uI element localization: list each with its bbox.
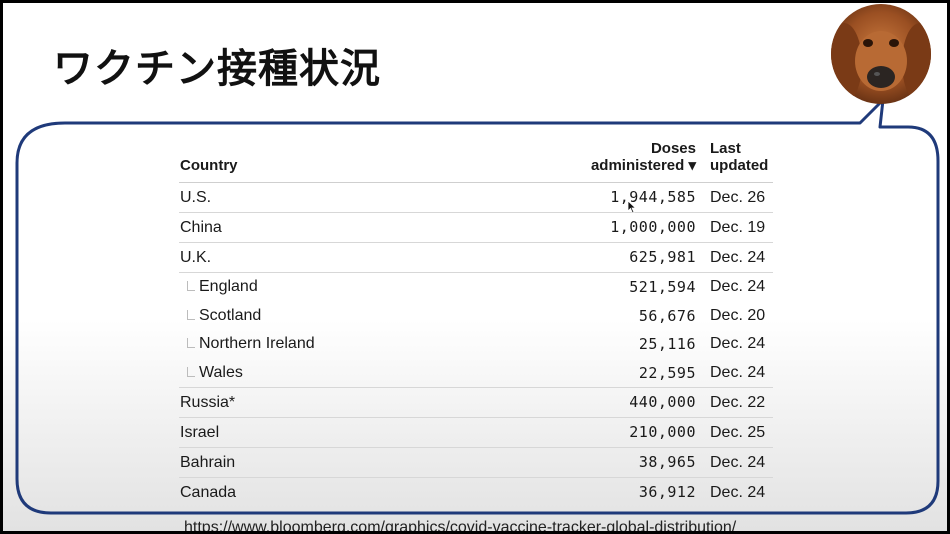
cell-last-updated: Dec. 25 — [710, 424, 766, 441]
cell-country: U.K. — [180, 249, 212, 266]
table-header: Country Doses administered ▾ Last update… — [179, 138, 773, 183]
cell-doses: 521,594 — [629, 278, 696, 296]
cell-doses: 625,981 — [629, 248, 696, 266]
cell-doses: 25,116 — [638, 335, 696, 353]
dog-avatar-icon — [831, 4, 931, 104]
table-row: U.K. 625,981 Dec. 24 — [179, 243, 773, 273]
cell-country: Canada — [180, 484, 237, 501]
subregion-marker-icon — [187, 281, 195, 291]
cell-country: U.S. — [180, 189, 212, 206]
table-subrow: Northern Ireland 25,116 Dec. 24 — [179, 330, 773, 359]
subregion-marker-icon — [187, 366, 195, 377]
cell-last-updated: Dec. 24 — [710, 363, 766, 381]
cell-last-updated: Dec. 26 — [710, 189, 766, 206]
column-header-updated-line1: Last — [710, 140, 741, 157]
cell-country: China — [180, 219, 222, 236]
table-row: Russia* 440,000 Dec. 22 — [179, 388, 773, 418]
subregion-marker-icon — [187, 309, 195, 320]
column-header-doses[interactable]: Doses administered ▾ — [591, 140, 696, 174]
subregion-marker-icon — [187, 338, 195, 348]
table-row: Bahrain 38,965 Dec. 24 — [179, 448, 773, 478]
cell-country: Russia* — [180, 394, 236, 411]
cell-doses: 36,912 — [638, 483, 696, 501]
column-header-last-updated[interactable]: Last updated — [710, 140, 768, 174]
table-row: Israel 210,000 Dec. 25 — [179, 418, 773, 448]
cell-country: England — [199, 278, 258, 295]
vaccine-table: Country Doses administered ▾ Last update… — [179, 138, 773, 507]
table-body: U.S. 1,944,585 Dec. 26 China 1,000,000 Dec. 1… — [179, 183, 773, 507]
cell-doses: 210,000 — [629, 423, 696, 441]
cell-doses: 440,000 — [629, 393, 696, 411]
cell-country: Wales — [199, 363, 243, 381]
column-header-country[interactable]: Country — [180, 157, 238, 174]
cell-doses: 22,595 — [638, 363, 696, 382]
cell-country: Scotland — [199, 306, 262, 324]
table-subrow: Wales 22,595 Dec. 24 — [179, 359, 773, 388]
cell-last-updated: Dec. 19 — [710, 219, 766, 236]
cell-last-updated: Dec. 20 — [710, 306, 766, 324]
cell-last-updated: Dec. 24 — [710, 278, 766, 295]
cell-doses: 1,000,000 — [610, 218, 696, 236]
cell-country: Israel — [180, 424, 220, 441]
mouse-cursor-icon — [627, 200, 637, 214]
cell-last-updated: Dec. 24 — [710, 484, 766, 501]
cell-country: Bahrain — [180, 454, 236, 471]
table-subrow: Scotland 56,676 Dec. 20 — [179, 302, 773, 331]
presentation-slide: ワクチン接種状況 Country Doses administered ▾ La… — [3, 3, 947, 531]
table-row: U.S. 1,944,585 Dec. 26 — [179, 183, 773, 213]
cell-last-updated: Dec. 22 — [710, 394, 766, 411]
table-row: China 1,000,000 Dec. 19 — [179, 213, 773, 243]
table-subrow: England 521,594 Dec. 24 — [179, 273, 773, 302]
cell-last-updated: Dec. 24 — [710, 249, 766, 266]
column-header-doses-line1: Doses — [650, 140, 696, 157]
cell-doses: 1,944,585 — [610, 188, 696, 206]
source-url-link[interactable]: https://www.bloomberg.com/graphics/covid… — [184, 519, 736, 531]
cell-country: Northern Ireland — [199, 335, 315, 352]
table-row: Canada 36,912 Dec. 24 — [179, 478, 773, 507]
column-header-doses-line2: administered ▾ — [590, 157, 696, 174]
cell-last-updated: Dec. 24 — [710, 335, 766, 352]
cell-doses: 56,676 — [638, 306, 696, 325]
cell-doses: 38,965 — [638, 453, 696, 471]
cell-last-updated: Dec. 24 — [710, 454, 766, 471]
column-header-updated-line2: updated — [710, 157, 769, 174]
